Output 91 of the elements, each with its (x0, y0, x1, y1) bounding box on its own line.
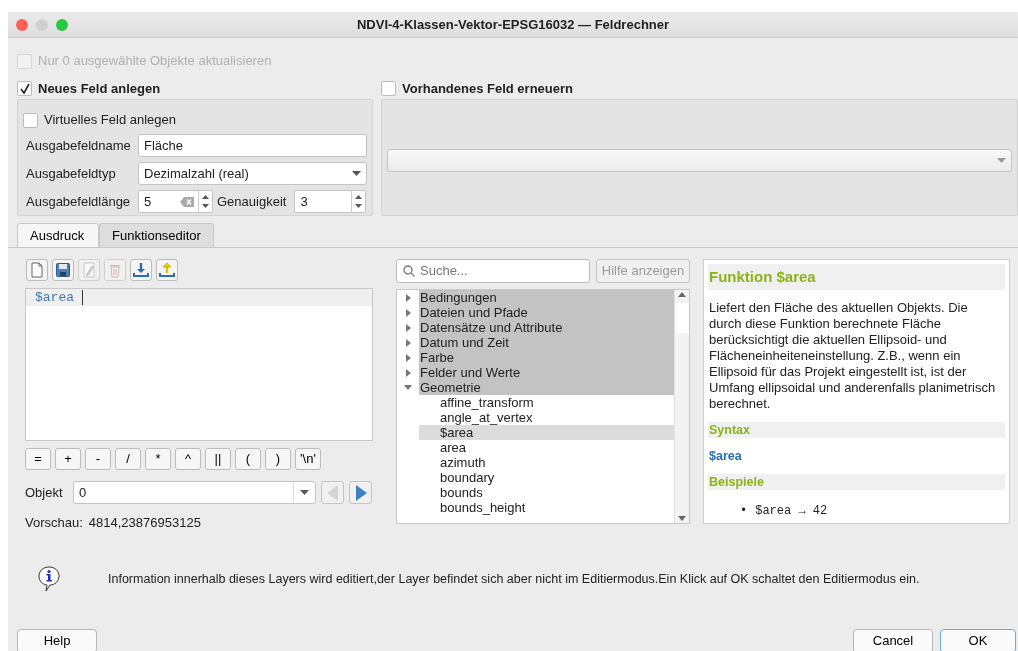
preview-value: 4814,23876953125 (88, 514, 201, 532)
tree-item[interactable]: bounds_height (419, 500, 674, 515)
operator-button[interactable]: - (85, 448, 111, 470)
syntax-text: $area (708, 448, 743, 464)
section-heading: Syntax (708, 422, 1005, 438)
window-control-icon[interactable] (36, 19, 48, 31)
help-title: Funktion $area (708, 264, 1005, 290)
checkbox-label: Nur 0 ausgewählte Objekte aktualisieren (38, 52, 272, 71)
dialog-button[interactable]: Help (17, 629, 97, 651)
download-button[interactable] (130, 259, 152, 281)
field-label: Objekt (25, 483, 64, 502)
tree-item[interactable]: affine_transform (419, 395, 674, 410)
number-spinbox[interactable]: 5 (138, 190, 213, 213)
clear-icon (180, 196, 194, 207)
caret-icon (352, 171, 361, 176)
scroll-thumb[interactable] (675, 303, 689, 333)
window-title: NDVI-4-Klassen-Vektor-EPSG16032 — Feldrechner (356, 15, 670, 34)
operator-button[interactable]: * (145, 448, 171, 470)
search-icon (403, 265, 415, 277)
operator-button[interactable]: + (55, 448, 81, 470)
checkbox-label: Vorhandenes Feld erneuern (402, 79, 573, 98)
field-label: Ausgabefeldname (25, 136, 132, 155)
info-message: Information innerhalb dieses Layers wird editiert,der Layer befindet sich aber nicht im Editiermodus.Ein Klick auf OK schaltet den Editiermodus ein. (108, 570, 920, 588)
tree-item[interactable]: Dateien und Pfade (419, 305, 674, 320)
info-icon (38, 566, 60, 592)
tab[interactable]: Funktionseditor (99, 223, 214, 247)
tree-item[interactable]: Farbe (419, 350, 674, 365)
scroll-up-icon (678, 290, 686, 300)
search-field[interactable]: Suche... (396, 259, 590, 283)
checkbox-label: Virtuelles Feld anlegen (44, 111, 176, 130)
operator-button[interactable]: '\n' (295, 448, 321, 470)
tree-item[interactable]: Felder und Werte (419, 365, 674, 380)
dialog-button[interactable]: OK (940, 629, 1016, 651)
tree-item[interactable]: azimuth (419, 455, 674, 470)
preview-label: Vorschau: (25, 514, 83, 532)
download-icon (133, 262, 149, 278)
number-field[interactable]: 5 (144, 191, 180, 212)
left-arrow-icon (326, 484, 339, 501)
checkbox[interactable] (381, 81, 396, 96)
field-label: Genauigkeit (217, 192, 287, 211)
checkbox[interactable] (17, 81, 32, 96)
number-field[interactable]: 3 (300, 191, 348, 212)
expression-text: $area (35, 288, 74, 307)
operator-button[interactable]: ( (235, 448, 261, 470)
spin-arrows-icon (198, 191, 212, 212)
new-file-icon (29, 262, 45, 278)
checkbox-label: Neues Feld anlegen (38, 79, 161, 98)
tree-item[interactable]: area (419, 440, 674, 455)
trash-icon (107, 262, 123, 278)
tree-item[interactable]: angle_at_vertex (419, 410, 674, 425)
list-bullet: • (740, 503, 748, 520)
window-control-icon[interactable] (16, 19, 28, 31)
field-label: Ausgabefeldtyp (25, 164, 117, 183)
tree-item[interactable]: Datum und Zeit (419, 335, 674, 350)
right-arrow-icon (354, 484, 367, 501)
field-label: Ausgabefeldlänge (25, 192, 132, 211)
window-control-icon[interactable] (56, 19, 68, 31)
type-dropdown[interactable]: Dezimalzahl (real) (138, 162, 367, 185)
help-description: Liefert den Fläche des aktuellen Objekts. Die durch diese Funktion berechnete Fläche berücksichtigt die aktuellen Ellipsoid- und Flächeneinheiteneinstellung. Z.B., wenn ein Ellipsoid für das Projekt eingestellt ist, ist der Umfang ellipsoidal und anderenfalls planimetrisch berechnet. (709, 300, 997, 412)
tree-item[interactable]: boundary (419, 470, 674, 485)
checkbox[interactable] (23, 112, 38, 128)
dialog-button[interactable]: Cancel (853, 629, 933, 651)
tree-item[interactable]: Bedingungen (419, 290, 674, 305)
scroll-down-icon (678, 513, 686, 523)
operator-button[interactable]: = (25, 448, 51, 470)
field-dropdown[interactable] (387, 149, 1012, 172)
number-spinbox[interactable]: 3 (294, 190, 367, 213)
operator-button[interactable]: ^ (175, 448, 201, 470)
section-heading: Beispiele (708, 474, 1005, 490)
tree-item[interactable]: $area (419, 425, 674, 440)
name-field[interactable]: Fläche (138, 134, 367, 157)
edit-icon (81, 262, 97, 278)
tree-item[interactable]: Datensätze und Attribute (419, 320, 674, 335)
scrollbar[interactable] (674, 290, 689, 523)
caret-icon (300, 490, 309, 495)
operator-button[interactable]: ) (265, 448, 291, 470)
expression-editor[interactable]: $area (25, 288, 373, 441)
caret-icon (997, 158, 1006, 163)
text-cursor (82, 290, 83, 305)
tree-item[interactable]: bounds (419, 485, 674, 500)
object-dropdown[interactable]: 0 (73, 481, 316, 504)
upload-icon (159, 262, 175, 278)
operator-button[interactable]: || (205, 448, 231, 470)
next-button[interactable] (349, 481, 372, 504)
operator-button[interactable]: / (115, 448, 141, 470)
save-icon (55, 262, 71, 278)
tree-item[interactable]: Geometrie (419, 380, 674, 395)
save-button[interactable] (52, 259, 74, 281)
tab[interactable]: Ausdruck (17, 223, 99, 247)
upload-button[interactable] (156, 259, 178, 281)
example-text: $area → 42 (755, 503, 828, 520)
